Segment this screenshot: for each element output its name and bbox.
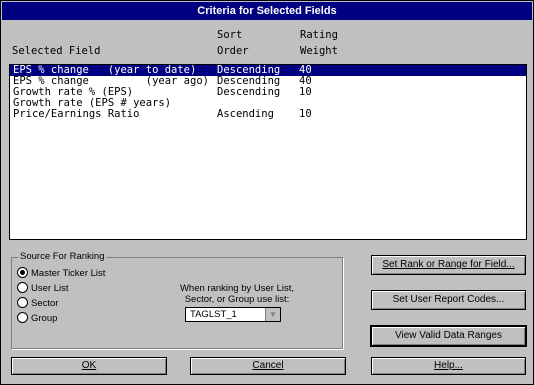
radio-sector[interactable]: Sector [17,297,58,311]
selected-fields-list[interactable]: EPS % change (year to date) Descending 40 E… [9,64,527,240]
radio-dot [17,312,28,323]
rating-weight-cell: 10 [299,86,312,98]
set-user-report-codes-button[interactable]: Set User Report Codes... [371,290,526,310]
dropdown-arrow-icon[interactable]: ▼ [265,308,280,321]
radio-label: Sector [31,298,59,309]
rating-header-line2: Weight [300,45,338,57]
button-label: Help... [434,360,463,371]
button-label: Set User Report Codes... [392,294,505,305]
button-label: View Valid Data Ranges [395,330,502,341]
note-line: When ranking by User List, [179,283,295,294]
sort-order-cell: Ascending [217,108,274,120]
title-bar: Criteria for Selected Fields [2,2,532,20]
sort-order-cell: Descending [217,86,281,98]
use-list-combobox[interactable]: TAGLST_1 ▼ [185,307,281,322]
list-note: When ranking by User List, Sector, or Gr… [162,283,312,305]
rating-header-line1: Rating [300,29,338,41]
radio-master-ticker-list[interactable]: Master Ticker List [17,267,105,281]
sort-header-line1: Sort [217,29,243,41]
combo-value: TAGLST_1 [190,309,237,320]
radio-group[interactable]: Group [17,312,57,326]
help-button[interactable]: Help... [371,357,526,375]
list-item[interactable]: Price/Earnings Ratio Ascending 10 [10,109,526,120]
ok-button[interactable]: OK [11,357,167,375]
radio-dot [17,267,28,278]
field-cell: Price/Earnings Ratio [13,108,140,120]
button-label: OK [81,360,97,371]
sort-header-line2: Order [217,45,249,57]
radio-dot [17,282,28,293]
view-valid-data-ranges-button[interactable]: View Valid Data Ranges [370,325,527,347]
source-for-ranking-group: Source For Ranking Master Ticker List Us… [11,251,343,349]
set-rank-button[interactable]: Set Rank or Range for Field... [371,255,526,275]
radio-label: Group [31,313,58,324]
button-label: Cancel [252,360,284,371]
radio-label: User List [31,283,69,294]
radio-dot [17,297,28,308]
cancel-button[interactable]: Cancel [190,357,346,375]
field-header: Selected Field [12,45,101,57]
group-label: Source For Ranking [18,251,107,262]
note-line: Sector, or Group use list: [184,294,290,305]
radio-label: Master Ticker List [31,268,106,279]
radio-user-list[interactable]: User List [17,282,68,296]
button-label: Set Rank or Range for Field... [382,259,515,270]
rating-weight-cell: 10 [299,108,312,120]
criteria-dialog: Criteria for Selected Fields Sort Rating… [0,0,534,385]
